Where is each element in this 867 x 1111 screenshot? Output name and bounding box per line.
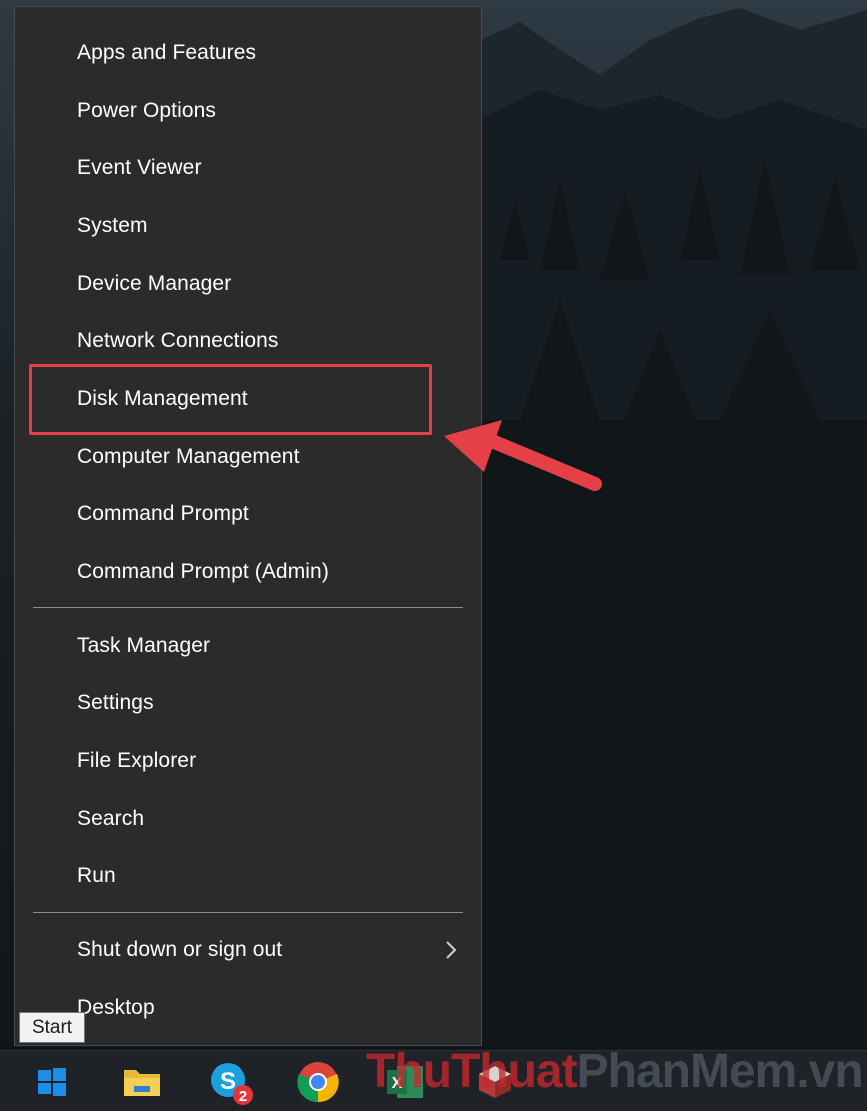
menu-item-file-explorer[interactable]: File Explorer — [15, 737, 481, 785]
menu-item-label: Run — [77, 864, 116, 887]
menu-item-label: Settings — [77, 691, 154, 714]
menu-item-run[interactable]: Run — [15, 852, 481, 900]
taskbar-file-explorer-button[interactable] — [102, 1051, 182, 1111]
menu-item-label: Device Manager — [77, 272, 232, 295]
menu-item-label: Search — [77, 807, 145, 830]
menu-item-command-prompt-admin[interactable]: Command Prompt (Admin) — [15, 548, 481, 596]
menu-item-label: Power Options — [77, 99, 217, 122]
menu-item-label: Apps and Features — [77, 41, 257, 64]
menu-separator — [33, 607, 463, 608]
watermark-part1: ThuThuat — [366, 1045, 578, 1098]
annotation-arrow-icon — [444, 420, 602, 491]
watermark: ThuThuatPhanMem.vn — [366, 1044, 864, 1099]
highlight-box — [29, 364, 432, 435]
menu-item-label: Shut down or sign out — [77, 938, 283, 961]
menu-item-computer-management[interactable]: Computer Management — [15, 433, 481, 481]
menu-separator — [33, 912, 463, 913]
tooltip-text: Start — [31, 1016, 73, 1038]
desktop-screen: Apps and Features Power Options Event Vi… — [0, 0, 867, 1111]
menu-item-settings[interactable]: Settings — [15, 679, 481, 727]
menu-item-label: Task Manager — [77, 634, 211, 657]
skype-badge-count: 2 — [239, 1088, 247, 1105]
start-tooltip: Start — [19, 1012, 85, 1043]
menu-item-apps-and-features[interactable]: Apps and Features — [15, 29, 481, 77]
menu-item-device-manager[interactable]: Device Manager — [15, 260, 481, 308]
menu-item-label: Event Viewer — [77, 156, 202, 179]
menu-item-network-connections[interactable]: Network Connections — [15, 317, 481, 365]
menu-item-search[interactable]: Search — [15, 795, 481, 843]
file-explorer-icon — [124, 1069, 160, 1096]
menu-item-label: Network Connections — [77, 329, 279, 352]
menu-item-power-options[interactable]: Power Options — [15, 87, 481, 135]
menu-item-command-prompt[interactable]: Command Prompt — [15, 490, 481, 538]
skype-icon: S 2 — [211, 1062, 253, 1105]
svg-text:S: S — [220, 1068, 236, 1095]
taskbar-chrome-button[interactable] — [278, 1051, 358, 1111]
menu-item-task-manager[interactable]: Task Manager — [15, 622, 481, 670]
watermark-part3: .vn — [796, 1045, 863, 1098]
menu-item-system[interactable]: System — [15, 202, 481, 250]
menu-item-label: Desktop — [77, 996, 155, 1019]
menu-item-label: Computer Management — [77, 445, 300, 468]
menu-item-label: File Explorer — [77, 749, 197, 772]
menu-item-label: Command Prompt (Admin) — [77, 560, 329, 583]
menu-item-label: Command Prompt — [77, 502, 249, 525]
taskbar-skype-button[interactable]: S 2 — [190, 1051, 270, 1111]
menu-item-event-viewer[interactable]: Event Viewer — [15, 144, 481, 192]
chrome-icon — [297, 1061, 339, 1102]
watermark-part2: PhanMem — [576, 1045, 798, 1098]
start-button[interactable] — [12, 1051, 92, 1111]
chevron-right-icon — [446, 941, 457, 959]
menu-item-shut-down-or-sign-out[interactable]: Shut down or sign out — [15, 926, 481, 974]
windows-start-icon — [38, 1067, 66, 1096]
power-user-menu: Apps and Features Power Options Event Vi… — [14, 6, 482, 1046]
menu-item-label: System — [77, 214, 148, 237]
